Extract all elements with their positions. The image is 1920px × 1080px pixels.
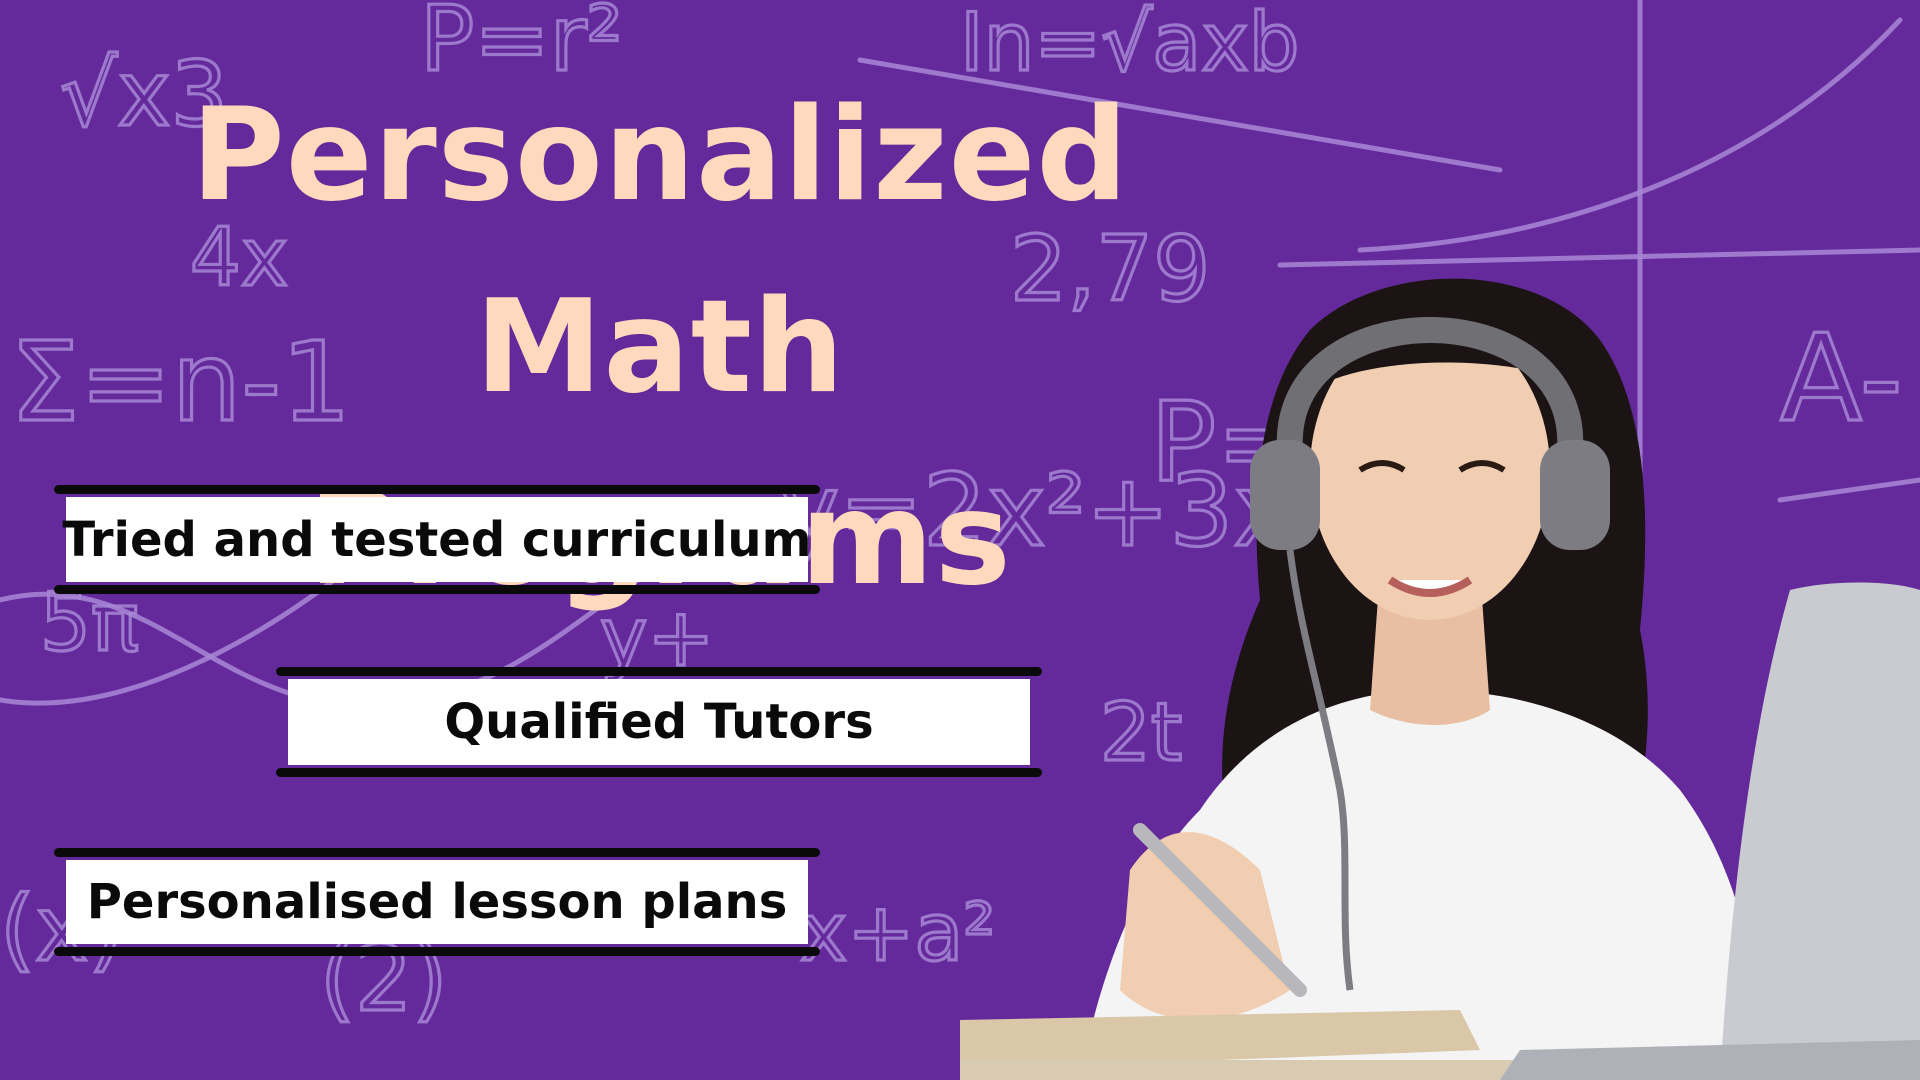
band-top-bar <box>54 848 820 857</box>
headphone-right-cup <box>1540 440 1610 550</box>
band-bottom-bar <box>54 585 820 594</box>
feature-label-lesson-plans: Personalised lesson plans <box>66 860 808 944</box>
feature-label-curriculum: Tried and tested curriculum <box>62 497 812 582</box>
student-with-headphones-image <box>960 278 1920 1080</box>
headphone-left-cup <box>1250 440 1320 550</box>
band-top-bar <box>276 667 1042 676</box>
laptop-lid <box>1720 582 1920 1080</box>
feature-band-curriculum: Tried and tested curriculum <box>54 485 820 594</box>
feature-label-tutors: Qualified Tutors <box>288 679 1030 765</box>
feature-band-tutors: Qualified Tutors <box>276 667 1042 777</box>
band-bottom-bar <box>276 768 1042 777</box>
band-bottom-bar <box>54 947 820 956</box>
feature-band-lesson-plans: Personalised lesson plans <box>54 848 820 956</box>
band-top-bar <box>54 485 820 494</box>
